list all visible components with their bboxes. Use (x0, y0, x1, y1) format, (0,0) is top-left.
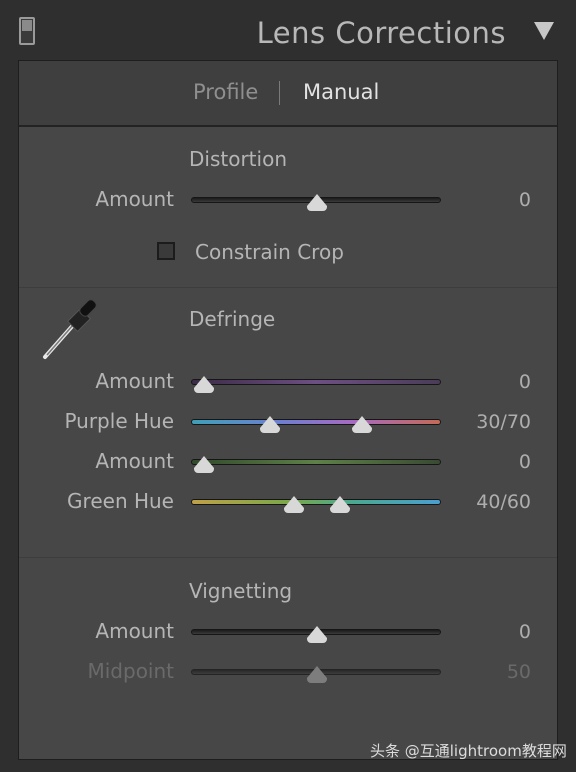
vignetting-amount-label: Amount (95, 619, 174, 643)
vignetting-midpoint-thumb[interactable] (307, 666, 327, 683)
vignetting-midpoint-label: Midpoint (87, 659, 174, 683)
vignetting-amount-thumb[interactable] (307, 626, 327, 643)
purple-amount-value[interactable]: 0 (461, 371, 531, 393)
distortion-amount-value[interactable]: 0 (461, 189, 531, 211)
watermark-text: 头条 @互通lightroom教程网 (370, 742, 567, 760)
tab-divider (279, 81, 280, 105)
green-hue-label: Green Hue (67, 489, 174, 513)
purple-amount-slider[interactable] (191, 379, 441, 385)
section-divider (19, 557, 557, 558)
green-hue-value[interactable]: 40/60 (461, 491, 531, 513)
panel-title[interactable]: Lens Corrections (257, 16, 506, 50)
green-hue-high-thumb[interactable] (330, 496, 350, 513)
vignetting-midpoint-value[interactable]: 50 (461, 661, 531, 683)
constrain-crop-checkbox[interactable] (157, 242, 175, 260)
panel-header: Lens Corrections (0, 0, 576, 62)
purple-amount-thumb[interactable] (194, 376, 214, 393)
green-hue-low-thumb[interactable] (284, 496, 304, 513)
purple-amount-label: Amount (95, 369, 174, 393)
distortion-amount-thumb[interactable] (307, 194, 327, 211)
eyedropper-icon[interactable] (39, 291, 109, 361)
vignetting-amount-value[interactable]: 0 (461, 621, 531, 643)
purple-hue-value[interactable]: 30/70 (461, 411, 531, 433)
green-amount-value[interactable]: 0 (461, 451, 531, 473)
vignetting-section-title: Vignetting (189, 579, 293, 603)
tab-bar: Profile Manual (19, 61, 557, 127)
defringe-section-title: Defringe (189, 307, 276, 331)
green-amount-thumb[interactable] (194, 456, 214, 473)
purple-hue-high-thumb[interactable] (352, 416, 372, 433)
green-hue-slider[interactable] (191, 499, 441, 505)
green-amount-slider[interactable] (191, 459, 441, 465)
lens-corrections-panel: Profile Manual Distortion Amount 0 Const… (18, 60, 558, 760)
green-amount-label: Amount (95, 449, 174, 473)
tab-profile[interactable]: Profile (193, 80, 258, 104)
purple-hue-low-thumb[interactable] (260, 416, 280, 433)
section-divider (19, 287, 557, 288)
collapse-triangle-icon[interactable] (534, 22, 554, 40)
purple-hue-label: Purple Hue (64, 409, 174, 433)
distortion-section-title: Distortion (189, 147, 287, 171)
panel-switch-icon[interactable] (19, 17, 35, 45)
purple-hue-slider[interactable] (191, 419, 441, 425)
constrain-crop-label[interactable]: Constrain Crop (195, 240, 344, 264)
tab-manual[interactable]: Manual (303, 80, 379, 104)
distortion-amount-label: Amount (95, 187, 174, 211)
